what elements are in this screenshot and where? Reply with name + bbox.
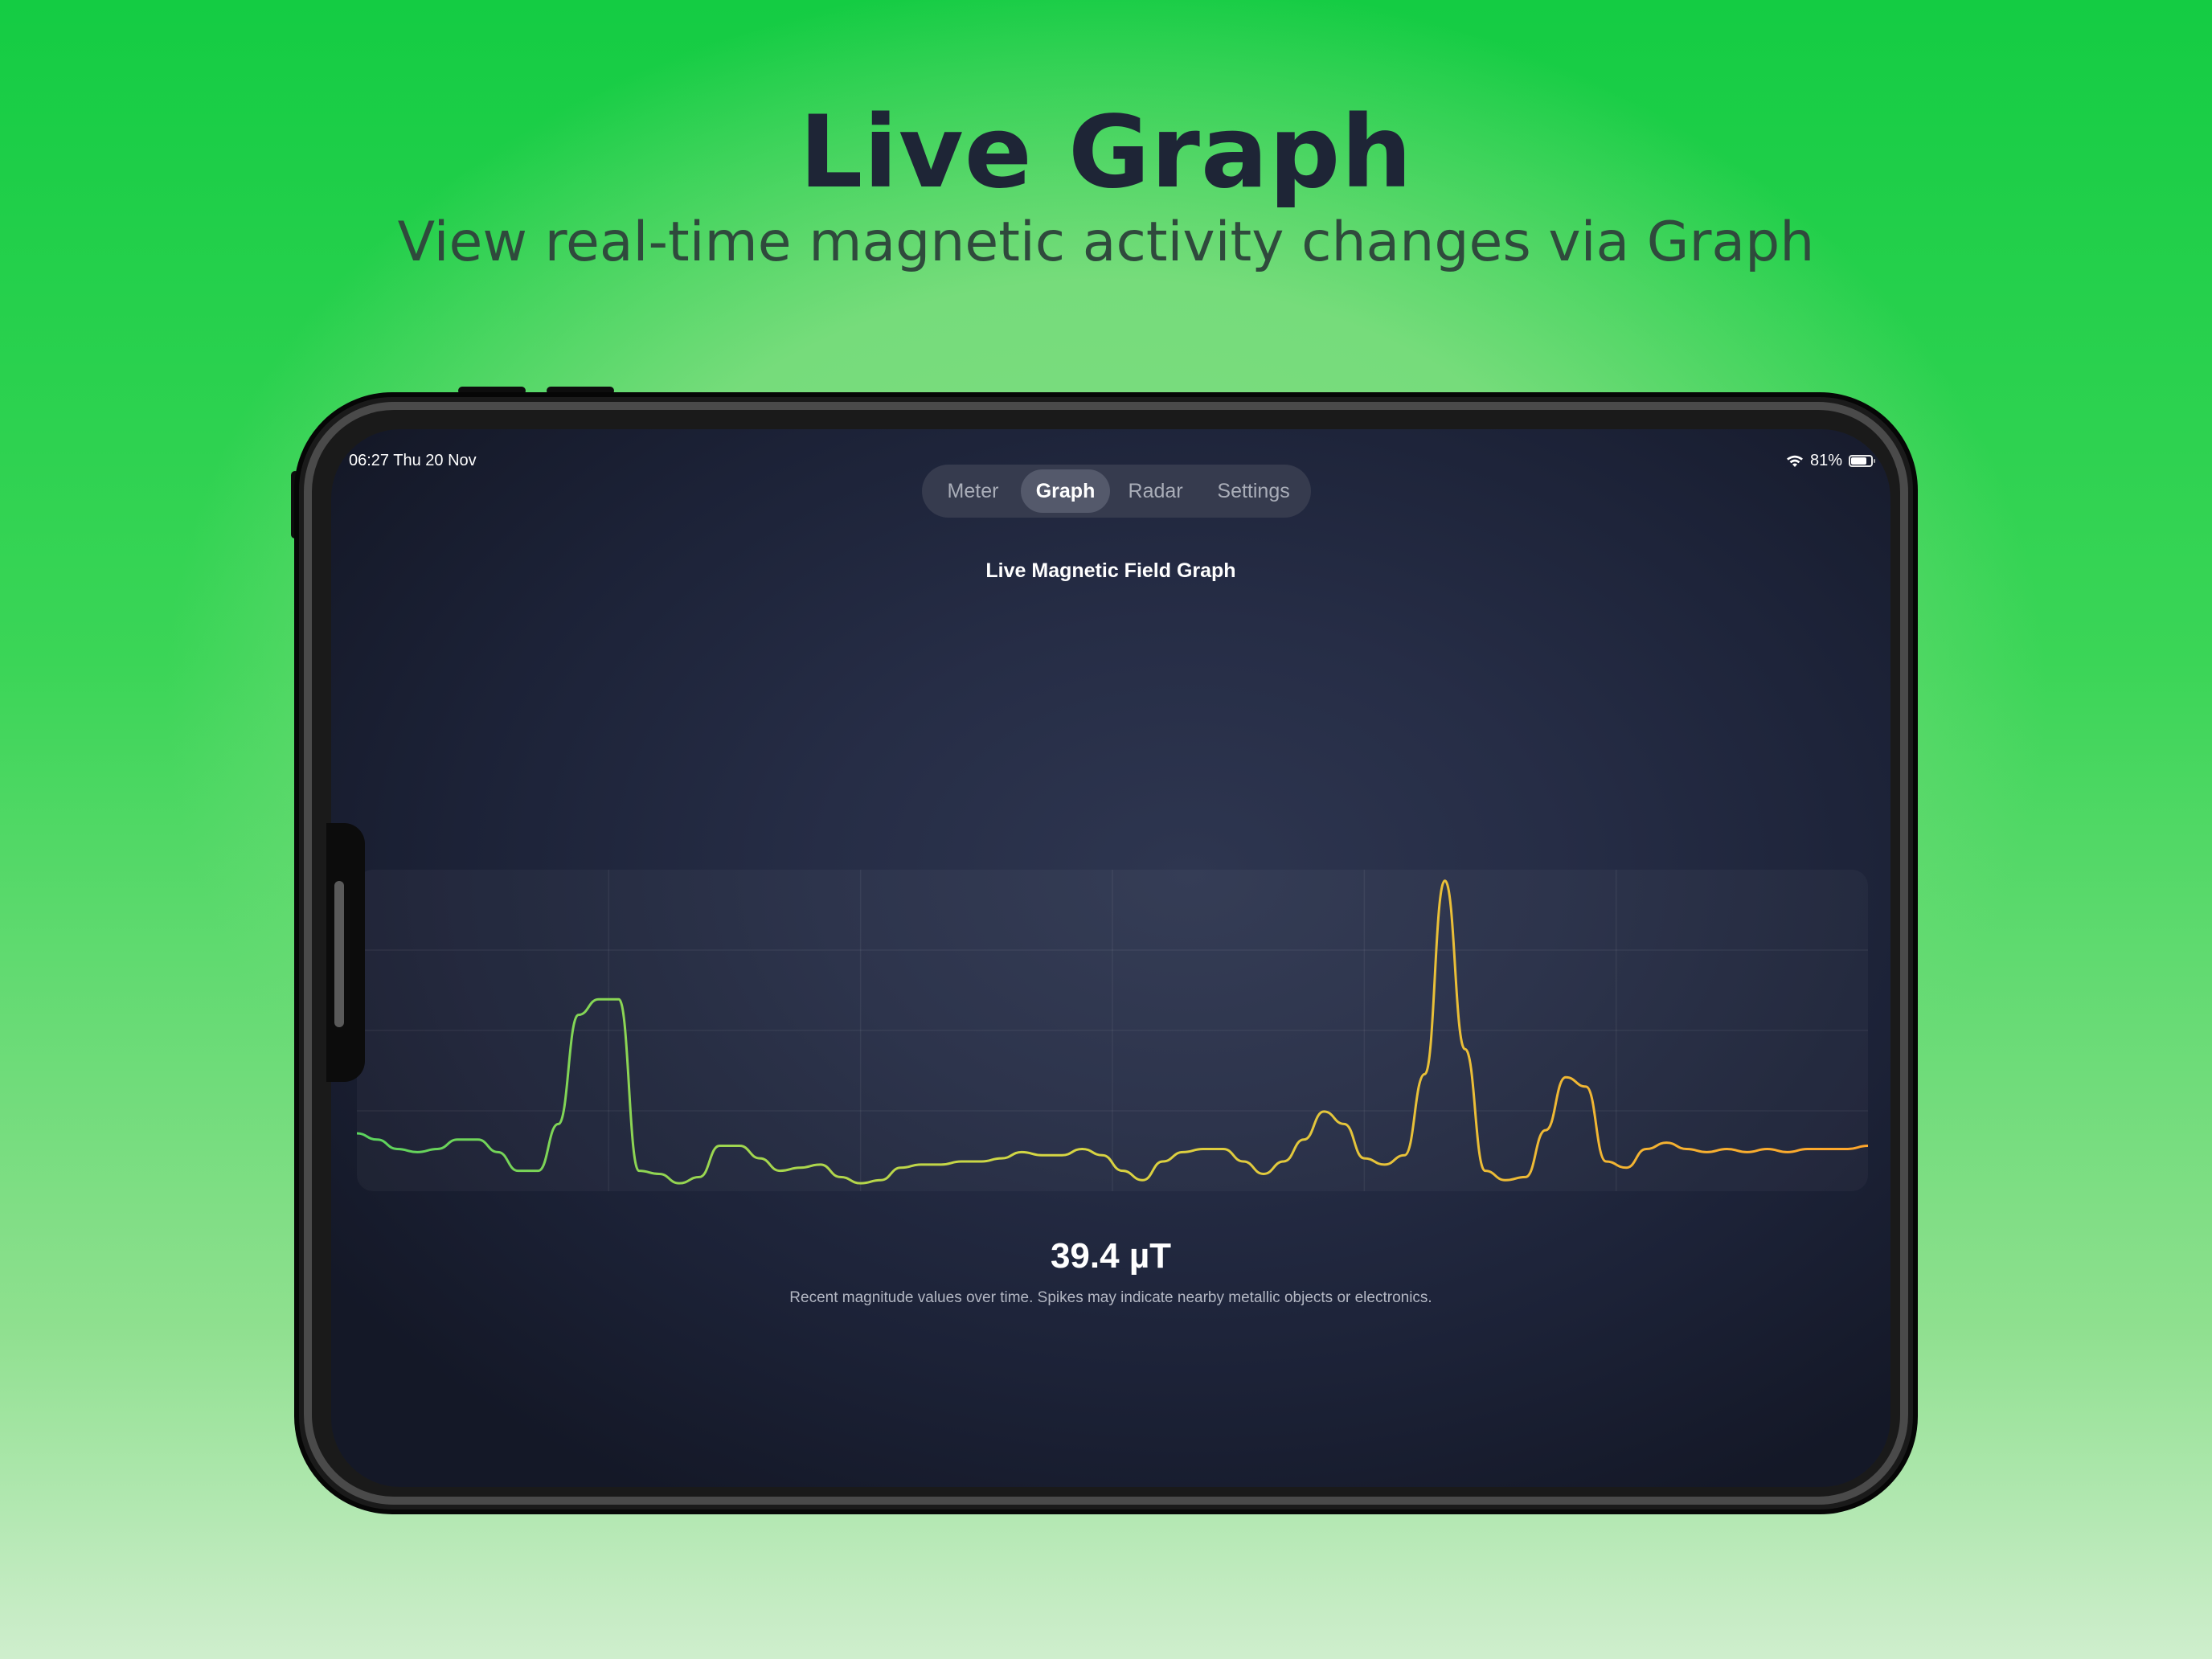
battery-icon [1849,455,1875,467]
tab-radar[interactable]: Radar [1112,469,1199,513]
tab-bar: Meter Graph Radar Settings [922,465,1311,518]
graph-heading: Live Magnetic Field Graph [985,559,1236,582]
magnitude-reading: 39.4 µT [1050,1236,1172,1276]
wifi-icon [1786,455,1803,467]
side-handle[interactable] [326,823,365,1082]
status-time-date: 06:27 Thu 20 Nov [349,452,477,469]
status-indicators: 81% [1786,452,1875,470]
side-handle-grip [334,881,344,1027]
tab-settings[interactable]: Settings [1201,469,1306,513]
tab-graph[interactable]: Graph [1021,469,1111,513]
chart-panel [356,870,1869,1191]
hero-title: Live Graph [799,95,1413,211]
tab-meter[interactable]: Meter [927,469,1019,513]
battery-percent: 81% [1809,452,1842,469]
hero-subtitle: View real-time magnetic activity changes… [397,211,1815,274]
tablet-device: 06:27 Thu 20 Nov 81% Meter Graph Radar S… [294,392,1918,1514]
graph-caption: Recent magnitude values over time. Spike… [789,1289,1432,1306]
magnetic-field-chart [356,870,1869,1191]
app-screen: 06:27 Thu 20 Nov 81% Meter Graph Radar S… [331,429,1890,1487]
